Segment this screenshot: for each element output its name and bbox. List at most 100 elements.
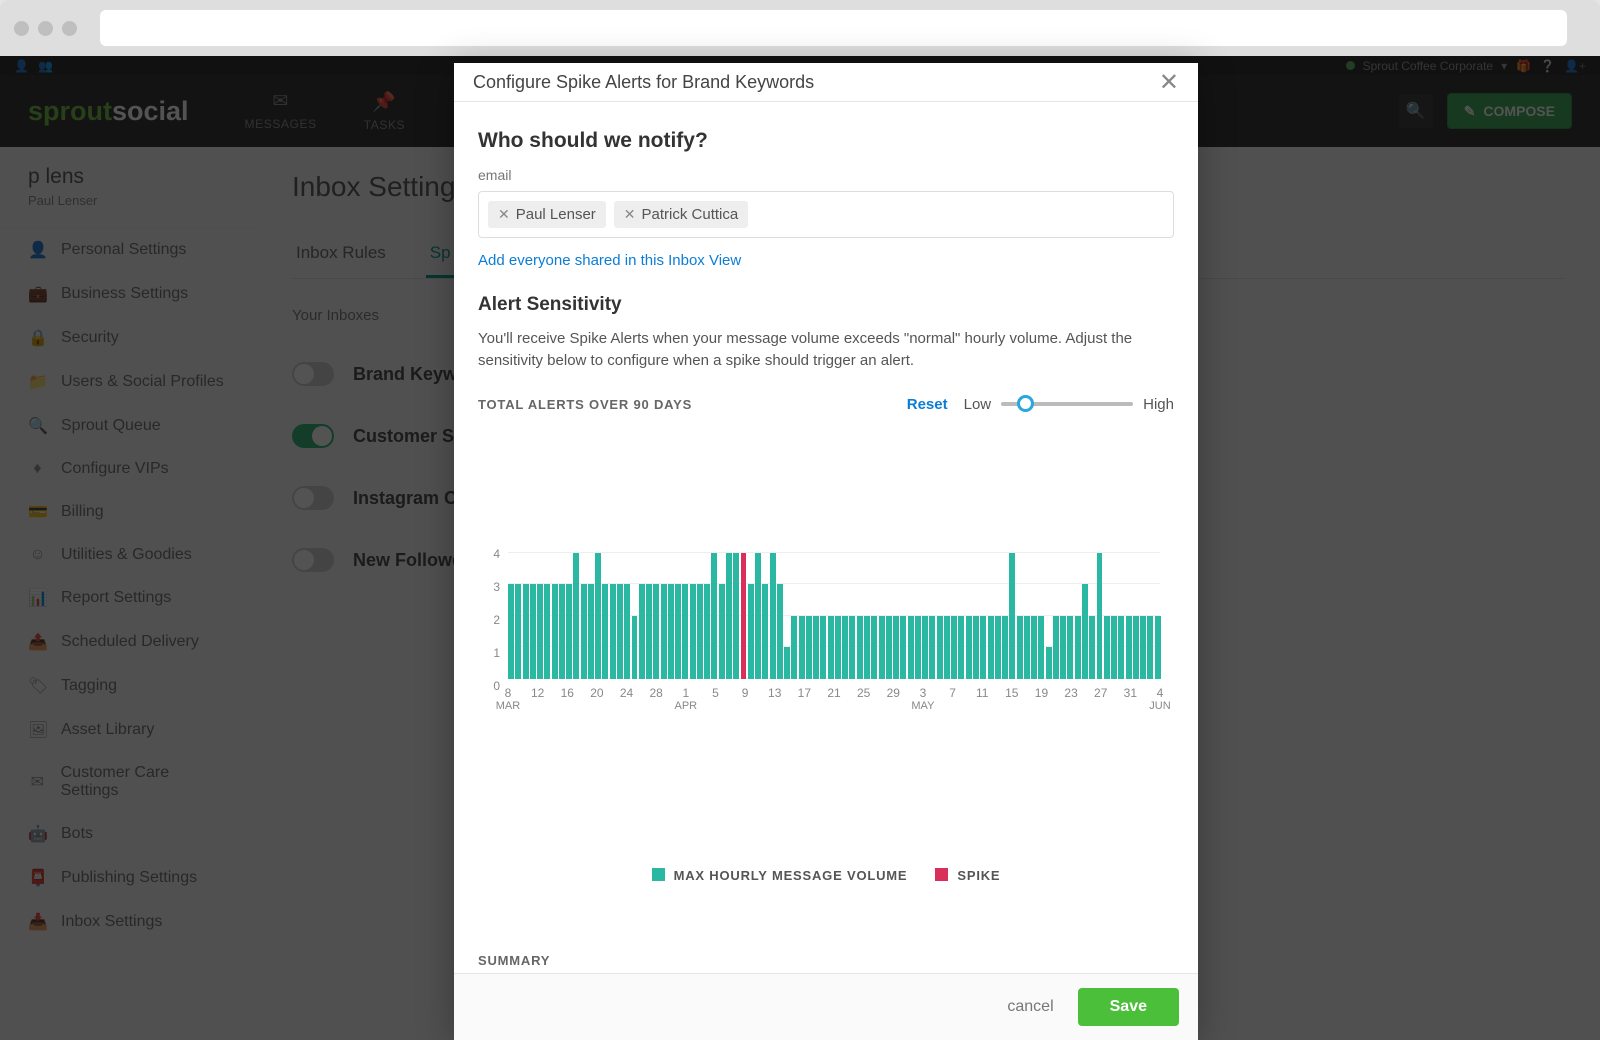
x-tick: 19 — [1035, 687, 1048, 700]
volume-bar — [1002, 616, 1008, 679]
traffic-max[interactable] — [62, 21, 77, 36]
volume-bar — [893, 616, 899, 679]
summary-label: SUMMARY — [478, 953, 1174, 968]
email-label: email — [478, 167, 1174, 183]
volume-bar — [1060, 616, 1066, 679]
volume-bar — [915, 616, 921, 679]
x-tick: 23 — [1064, 687, 1077, 700]
chart-bars — [508, 553, 1160, 679]
volume-bar — [624, 584, 630, 679]
modal-footer: cancel Save — [454, 973, 1198, 1040]
y-tick: 1 — [493, 646, 500, 660]
volume-bar — [835, 616, 841, 679]
x-tick: 3MAY — [911, 687, 934, 713]
volume-bar — [937, 616, 943, 679]
legend-spike: SPIKE — [935, 868, 1000, 883]
close-icon[interactable]: ✕ — [1159, 68, 1179, 97]
legend-volume: MAX HOURLY MESSAGE VOLUME — [652, 868, 908, 883]
email-chip[interactable]: ✕ Paul Lenser — [488, 201, 606, 228]
volume-bar — [995, 616, 1001, 679]
volume-bar — [668, 584, 674, 679]
window-controls — [14, 21, 77, 36]
email-chip-input[interactable]: ✕ Paul Lenser ✕ Patrick Cuttica — [478, 191, 1174, 238]
volume-bar — [653, 584, 659, 679]
volume-bar — [1031, 616, 1037, 679]
volume-bar — [552, 584, 558, 679]
volume-bar — [1024, 616, 1030, 679]
x-tick: 7 — [949, 687, 956, 700]
volume-bar — [1104, 616, 1110, 679]
volume-bar — [770, 553, 776, 679]
volume-bar — [857, 616, 863, 679]
volume-bar — [1147, 616, 1153, 679]
chart-legend: MAX HOURLY MESSAGE VOLUME SPIKE — [478, 868, 1174, 883]
volume-bar — [632, 616, 638, 679]
volume-bar — [988, 616, 994, 679]
volume-bar — [711, 553, 717, 679]
volume-bar — [682, 584, 688, 679]
x-tick: 17 — [798, 687, 811, 700]
sensitivity-slider-group: Reset Low High — [907, 396, 1174, 413]
sensitivity-slider[interactable] — [1001, 402, 1133, 406]
chip-remove-icon[interactable]: ✕ — [498, 206, 510, 223]
x-tick: 1APR — [675, 687, 698, 713]
x-tick: 15 — [1005, 687, 1018, 700]
volume-bar — [508, 584, 514, 679]
volume-bar — [871, 616, 877, 679]
volume-bar — [958, 616, 964, 679]
volume-bar — [1155, 616, 1161, 679]
cancel-button[interactable]: cancel — [1007, 998, 1053, 1016]
slider-thumb[interactable] — [1017, 395, 1034, 412]
volume-bar — [1140, 616, 1146, 679]
url-bar[interactable] — [100, 10, 1567, 46]
chart-plot — [508, 553, 1160, 679]
volume-bar — [1089, 616, 1095, 679]
save-button[interactable]: Save — [1078, 988, 1179, 1026]
volume-bar — [1053, 616, 1059, 679]
traffic-close[interactable] — [14, 21, 29, 36]
volume-bar — [523, 584, 529, 679]
volume-bar — [697, 584, 703, 679]
volume-bar — [1082, 584, 1088, 679]
volume-bar — [762, 584, 768, 679]
x-tick: 5 — [712, 687, 719, 700]
volume-bar — [581, 584, 587, 679]
traffic-min[interactable] — [38, 21, 53, 36]
x-tick: 11 — [976, 687, 988, 700]
volume-bar — [944, 616, 950, 679]
x-tick: 12 — [531, 687, 544, 700]
volume-bar — [661, 584, 667, 679]
add-everyone-link[interactable]: Add everyone shared in this Inbox View — [478, 252, 741, 269]
volume-bar — [617, 584, 623, 679]
x-tick: 20 — [590, 687, 603, 700]
volume-bar — [1118, 616, 1124, 679]
x-tick: 8MAR — [496, 687, 520, 713]
spike-bar — [741, 553, 747, 679]
y-axis: 43210 — [478, 547, 500, 693]
volume-bar — [908, 616, 914, 679]
volume-bar — [784, 647, 790, 679]
x-tick: 27 — [1094, 687, 1107, 700]
y-tick: 2 — [493, 613, 500, 627]
volume-bar — [566, 584, 572, 679]
notify-heading: Who should we notify? — [478, 129, 1174, 153]
x-tick: 21 — [827, 687, 840, 700]
email-chip[interactable]: ✕ Patrick Cuttica — [614, 201, 748, 228]
y-tick: 4 — [493, 547, 500, 561]
total-alerts-label: TOTAL ALERTS OVER 90 DAYS — [478, 397, 692, 412]
volume-bar — [1038, 616, 1044, 679]
volume-bar — [748, 584, 754, 679]
modal-header: Configure Spike Alerts for Brand Keyword… — [454, 63, 1198, 102]
volume-bar — [1017, 616, 1023, 679]
volume-bar — [602, 584, 608, 679]
x-tick: 28 — [649, 687, 662, 700]
modal-body: Who should we notify? email ✕ Paul Lense… — [454, 102, 1198, 973]
x-tick: 25 — [857, 687, 870, 700]
volume-bar — [791, 616, 797, 679]
reset-link[interactable]: Reset — [907, 396, 948, 413]
volume-bar — [777, 584, 783, 679]
volume-bar — [900, 616, 906, 679]
volume-bar — [1111, 616, 1117, 679]
chip-remove-icon[interactable]: ✕ — [624, 206, 636, 223]
volume-bar — [1126, 616, 1132, 679]
